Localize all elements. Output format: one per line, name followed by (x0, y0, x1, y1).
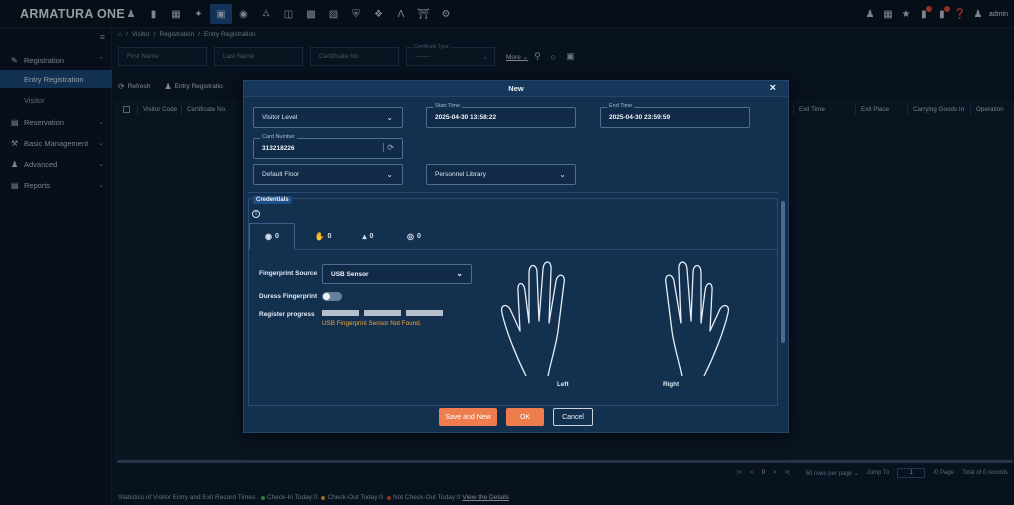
card-number-field[interactable]: Card Number 313218226 ⟳ (253, 134, 403, 159)
left-hand-icon[interactable] (496, 251, 606, 386)
end-time-label: End Time (607, 103, 635, 109)
info-icon[interactable]: ! (252, 210, 260, 218)
tab-fingerprint[interactable]: ▴ 0 (345, 223, 391, 250)
tab-iris[interactable]: ◎ 0 (391, 223, 437, 250)
iris-icon: ◎ (407, 232, 415, 241)
end-time-field[interactable]: End Time 2025-04-30 23:59:59 (600, 103, 750, 128)
progress-segment-1 (322, 310, 359, 316)
right-hand-icon[interactable] (624, 251, 734, 386)
palm-icon: ✋ (314, 232, 325, 241)
tab-palm[interactable]: ✋ 0 (300, 223, 346, 250)
start-time-label: Start Time (433, 103, 463, 109)
fingerprint-icon: ▴ (362, 232, 367, 241)
chevron-down-icon: ⌄ (386, 170, 393, 179)
right-hand-label: Right (663, 381, 680, 388)
card-number-label: Card Number (260, 134, 298, 140)
ok-button[interactable]: OK (506, 408, 544, 426)
face-icon: ◉ (265, 232, 273, 241)
chevron-down-icon: ⌄ (456, 269, 463, 278)
credentials-label: Credentials (253, 196, 292, 204)
dialog-scrollbar[interactable] (781, 201, 785, 343)
close-icon[interactable]: × (770, 82, 776, 94)
tab-face[interactable]: ◉ 0 (249, 223, 295, 250)
new-visitor-dialog: New × Visitor Level ⌄ Start Time 2025-04… (243, 80, 789, 433)
chevron-down-icon: ⌄ (559, 170, 566, 179)
default-floor-select[interactable]: Default Floor ⌄ (253, 164, 403, 185)
duress-fingerprint-label: Duress Fingerprint (259, 293, 318, 300)
cancel-button[interactable]: Cancel (553, 408, 593, 426)
duress-fingerprint-toggle[interactable] (322, 292, 342, 301)
dialog-header: New × (244, 81, 788, 97)
credential-tabs: ◉ 0 ✋ 0 ▴ 0 ◎ 0 (248, 223, 778, 250)
sensor-error-message: USB Fingerprint Sensor Not Found. (322, 320, 422, 327)
section-divider (248, 192, 778, 193)
visitor-level-select[interactable]: Visitor Level ⌄ (253, 107, 403, 128)
dialog-title: New (508, 84, 524, 93)
left-hand-label: Left (557, 381, 569, 388)
chevron-down-icon: ⌄ (386, 113, 393, 122)
refresh-icon[interactable]: ⟳ (383, 143, 394, 152)
progress-segment-3 (406, 310, 443, 316)
fingerprint-source-label: Fingerprint Source (259, 270, 318, 277)
fingerprint-source-select[interactable]: USB Sensor ⌄ (322, 264, 472, 284)
progress-segment-2 (364, 310, 401, 316)
personnel-library-select[interactable]: Personnel Library ⌄ (426, 164, 576, 185)
start-time-field[interactable]: Start Time 2025-04-30 13:58:22 (426, 103, 576, 128)
save-and-new-button[interactable]: Save and New (439, 408, 497, 426)
register-progress-label: Register progress (259, 311, 315, 318)
